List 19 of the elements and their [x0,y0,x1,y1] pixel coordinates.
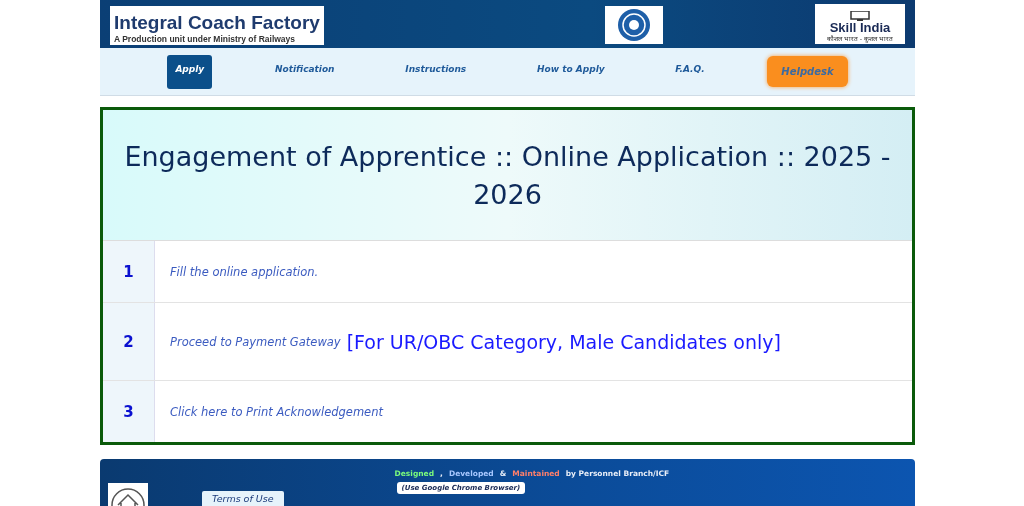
terms-link[interactable]: Terms of Use [202,491,284,506]
step-link[interactable]: Proceed to Payment Gateway [170,334,341,349]
org-name: Integral Coach Factory [114,13,320,33]
page-title: Engagement of Apprentice :: Online Application :: 2025 - 2026 [103,110,912,241]
nav-tab[interactable]: Instructions [397,54,475,89]
step-link[interactable]: Fill the online application. [170,264,319,279]
org-tagline: A Production unit under Ministry of Railways [114,33,297,45]
nav-tab[interactable]: F.A.Q. [667,54,713,89]
emblem-icon [605,6,664,44]
nav-tab[interactable]: How to Apply [529,54,613,89]
step-link[interactable]: Click here to Print Acknowledgement [170,404,383,419]
step-number: 1 [103,241,155,302]
home-icon[interactable] [108,483,148,506]
nav-tab[interactable]: Notification [266,54,343,89]
skill-title: Skill India [829,21,891,35]
step-number: 3 [103,381,155,442]
step-number: 2 [103,303,155,380]
nav-tab[interactable]: Apply [167,54,213,89]
step-note: [For UR/OBC Category, Male Candidates only] [346,330,781,353]
